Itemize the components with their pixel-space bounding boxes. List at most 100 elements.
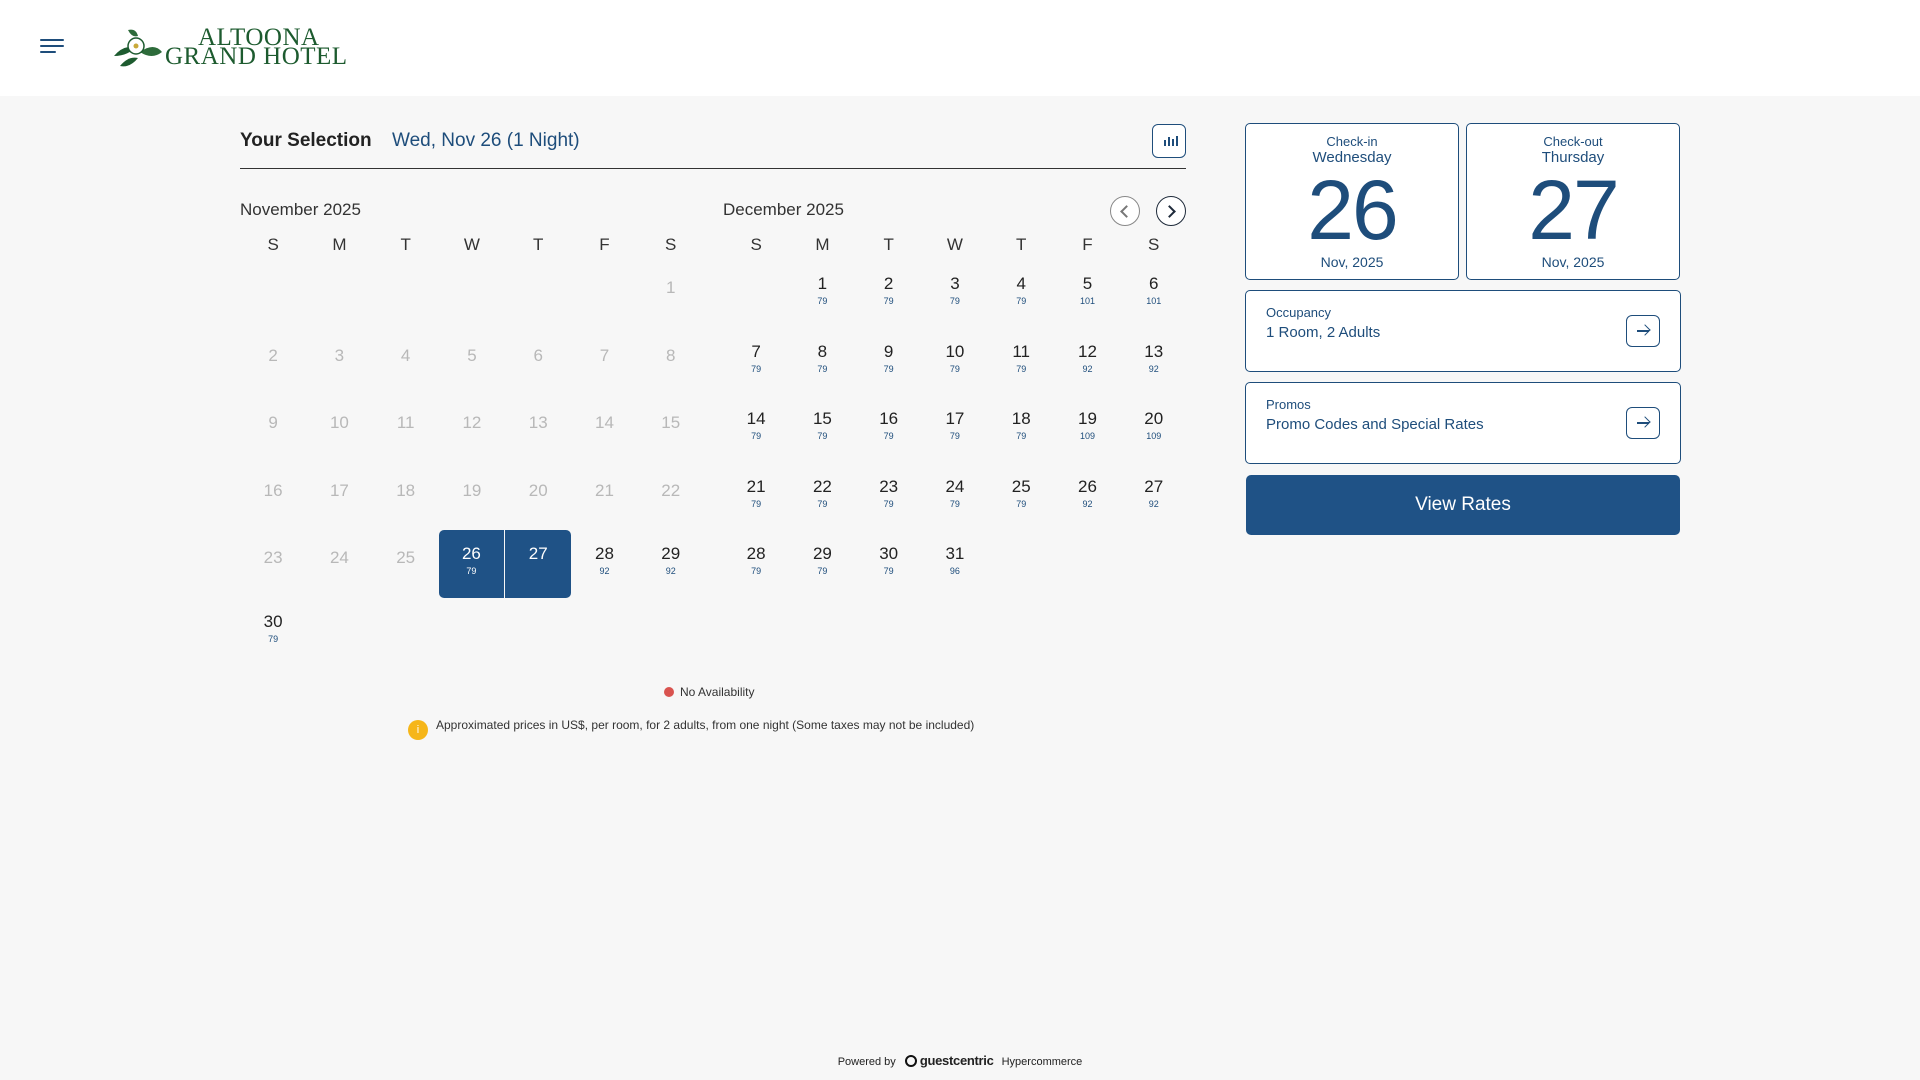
calendar-day[interactable]: 1 79 bbox=[789, 260, 855, 328]
calendar-day[interactable]: 21 79 bbox=[723, 463, 789, 531]
calendar-day[interactable]: 14 79 bbox=[723, 395, 789, 463]
calendar-day[interactable]: 29 92 bbox=[638, 530, 704, 598]
occupancy-box[interactable]: Occupancy 1 Room, 2 Adults bbox=[1245, 290, 1681, 372]
weekday-header: M bbox=[815, 235, 830, 254]
day-number: 27 bbox=[1144, 476, 1164, 496]
promos-box[interactable]: Promos Promo Codes and Special Rates bbox=[1245, 382, 1681, 464]
day-number: 8 bbox=[665, 345, 676, 365]
calendar-day[interactable]: 3 79 bbox=[922, 260, 988, 328]
day-number: 16 bbox=[879, 409, 899, 428]
weekday-header: S bbox=[665, 235, 677, 254]
calendar-week-row: 21 79 22 79 23 79 24 79 25 79 26 92 27 92 bbox=[723, 463, 1187, 531]
weekday-header: T bbox=[1016, 235, 1027, 254]
calendar-day: 20 bbox=[505, 463, 571, 531]
month-title-november: November 2025 bbox=[240, 200, 361, 219]
calendar-day: 3 bbox=[306, 328, 372, 396]
previous-month-button[interactable] bbox=[1110, 196, 1140, 226]
day-number: 20 bbox=[1144, 409, 1164, 428]
calendar-day[interactable]: 5 101 bbox=[1054, 260, 1120, 328]
calendar-day[interactable]: 2 79 bbox=[856, 260, 922, 328]
menu-icon[interactable] bbox=[40, 39, 64, 57]
calendar-day: 22 bbox=[638, 463, 704, 531]
calendar-day[interactable]: 4 79 bbox=[988, 260, 1054, 328]
calendar-day[interactable]: 20 109 bbox=[1121, 395, 1187, 463]
weekday-header: T bbox=[400, 235, 411, 254]
calendar-day[interactable]: 9 79 bbox=[856, 328, 922, 396]
calendar-day[interactable]: 29 79 bbox=[789, 530, 855, 598]
day-number: 21 bbox=[595, 480, 614, 500]
calendar-day[interactable]: 15 79 bbox=[789, 395, 855, 463]
calendar-empty-cell bbox=[439, 598, 505, 666]
calendar-empty-cell bbox=[306, 598, 372, 666]
weekday-header: T bbox=[883, 235, 894, 254]
calendar-day[interactable]: 6 101 bbox=[1121, 260, 1187, 328]
day-number: 16 bbox=[263, 480, 283, 500]
calendar-day[interactable]: 12 92 bbox=[1054, 328, 1120, 396]
day-number: 29 bbox=[812, 544, 832, 563]
calendar-day[interactable]: 31 96 bbox=[922, 530, 988, 598]
day-price: 79 bbox=[949, 363, 960, 374]
calendar-week-row: 1 bbox=[240, 260, 704, 328]
weekday-header: W bbox=[946, 235, 963, 254]
promos-arrow-button[interactable] bbox=[1626, 407, 1660, 439]
calendar-day[interactable]: 28 92 bbox=[571, 530, 637, 598]
calendar-day[interactable]: 10 79 bbox=[922, 328, 988, 396]
calendar-day[interactable]: 7 79 bbox=[723, 328, 789, 396]
calendar-empty-cell bbox=[1121, 530, 1187, 598]
calendar-day: 14 bbox=[571, 395, 637, 463]
calendar-day[interactable]: 19 109 bbox=[1054, 395, 1120, 463]
calendar-day[interactable]: 11 79 bbox=[988, 328, 1054, 396]
weekday-header: S bbox=[750, 235, 762, 254]
calendar-day[interactable]: 25 79 bbox=[988, 463, 1054, 531]
calendar-day[interactable]: 8 79 bbox=[789, 328, 855, 396]
day-price: 79 bbox=[883, 296, 894, 306]
calendar-december: S M T W T F S 1 79 2 79 3 79 4 79 5 101 6 101 7 79 8 79 9 79 10 79… bbox=[723, 230, 1187, 598]
calendar-day[interactable]: 30 79 bbox=[240, 598, 306, 666]
view-rates-button[interactable]: View Rates bbox=[1246, 475, 1680, 535]
day-number: 2 bbox=[268, 345, 278, 365]
calendar-day[interactable]: 17 79 bbox=[922, 395, 988, 463]
calendar-day[interactable]: 23 79 bbox=[856, 463, 922, 531]
calendar-day: 2 bbox=[240, 328, 306, 396]
calendar-empty-cell bbox=[240, 260, 306, 328]
weekday-header: S bbox=[267, 235, 279, 254]
day-number: 23 bbox=[263, 548, 283, 567]
day-number: 10 bbox=[329, 413, 349, 432]
calendar-empty-cell bbox=[571, 260, 637, 328]
calendar-day[interactable]: 27 92 bbox=[1121, 463, 1187, 531]
day-price: 79 bbox=[1016, 363, 1027, 374]
check-in-box[interactable]: Check-in Wednesday 26 Nov, 2025 bbox=[1245, 123, 1459, 280]
calendar-day[interactable]: 16 79 bbox=[856, 395, 922, 463]
day-number: 14 bbox=[595, 413, 614, 432]
calendar-day-selected[interactable]: 26 79 bbox=[438, 530, 505, 598]
next-month-button[interactable] bbox=[1156, 196, 1186, 226]
calendar-day: 18 bbox=[373, 463, 439, 531]
calendar-day[interactable]: 18 79 bbox=[988, 395, 1054, 463]
calendar-day[interactable]: 28 79 bbox=[723, 530, 789, 598]
day-price: 79 bbox=[817, 363, 828, 374]
day-number: 12 bbox=[1078, 341, 1097, 361]
calendar-day[interactable]: 26 92 bbox=[1054, 463, 1120, 531]
day-number: 21 bbox=[746, 476, 766, 496]
day-number: 4 bbox=[1016, 274, 1026, 293]
day-number: 28 bbox=[595, 544, 614, 563]
day-number: 13 bbox=[1144, 341, 1164, 361]
hotel-logo[interactable]: ALTOONA GRAND HOTEL bbox=[110, 24, 350, 72]
weekday-header-row: SMTWTFS bbox=[240, 230, 704, 260]
calendar-empty-cell bbox=[306, 260, 372, 328]
day-number: 18 bbox=[1011, 409, 1031, 428]
price-chart-button[interactable] bbox=[1152, 124, 1186, 158]
calendar-day-selected[interactable]: 27 bbox=[505, 530, 572, 598]
day-number: 15 bbox=[812, 409, 832, 428]
occupancy-arrow-button[interactable] bbox=[1626, 315, 1660, 347]
calendar-day: 17 bbox=[306, 463, 372, 531]
no-availability-label: No Availability bbox=[680, 685, 755, 699]
check-out-box[interactable]: Check-out Thursday 27 Nov, 2025 bbox=[1466, 123, 1680, 280]
calendar-day[interactable]: 30 79 bbox=[856, 530, 922, 598]
day-price: 92 bbox=[1148, 363, 1159, 374]
day-number: 25 bbox=[396, 548, 416, 567]
calendar-day[interactable]: 13 92 bbox=[1121, 328, 1187, 396]
provider-name[interactable]: guestcentric bbox=[920, 1053, 994, 1068]
calendar-day[interactable]: 24 79 bbox=[922, 463, 988, 531]
calendar-day[interactable]: 22 79 bbox=[789, 463, 855, 531]
